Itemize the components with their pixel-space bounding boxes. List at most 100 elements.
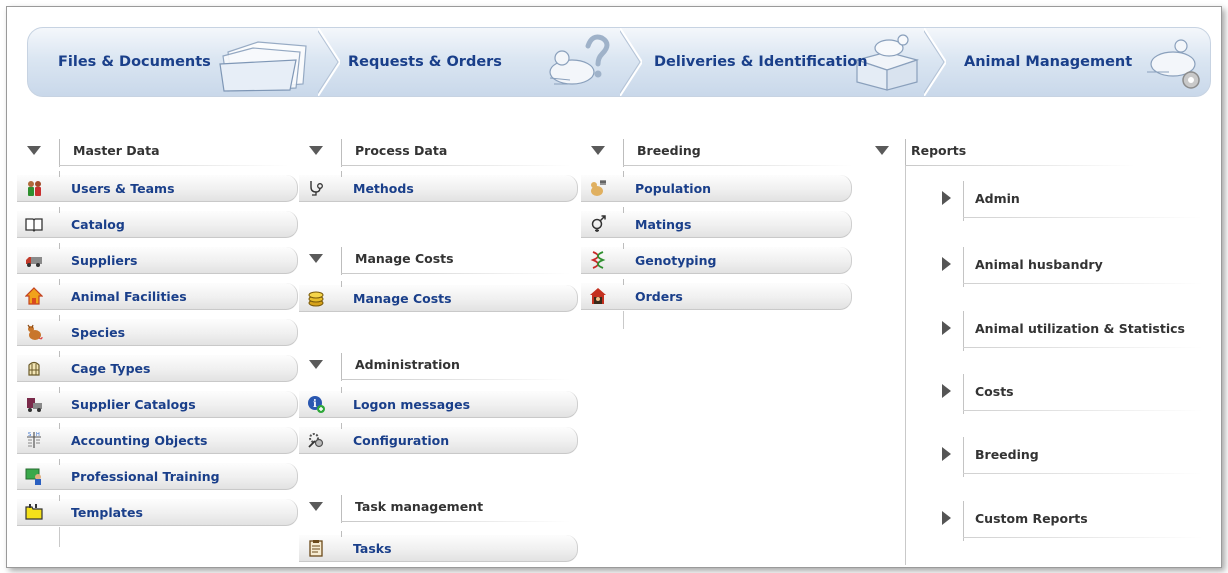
collapse-arrow-icon[interactable] — [309, 502, 323, 511]
manage-costs-header[interactable]: Manage Costs — [299, 243, 579, 275]
cage-icon — [28, 361, 40, 376]
orders-icon — [590, 288, 606, 304]
divider — [341, 379, 571, 380]
task-management-header[interactable]: Task management — [299, 491, 579, 523]
divider — [59, 527, 60, 547]
divider — [59, 495, 60, 501]
divider — [341, 273, 571, 274]
report-label: Animal utilization & Statistics — [975, 321, 1185, 336]
configuration-icon — [308, 433, 324, 448]
rodent-icon — [27, 324, 43, 340]
menu-item-tasks[interactable]: Tasks — [299, 531, 578, 562]
tab-files-documents[interactable]: Files & Documents — [28, 28, 318, 96]
menu-item-cage-types[interactable]: Cage Types — [17, 351, 298, 382]
menu-item-manage-costs[interactable]: Manage Costs — [299, 281, 578, 312]
menu-item-methods[interactable]: Methods — [299, 171, 578, 202]
menu-item-professional-training[interactable]: Professional Training — [17, 459, 298, 490]
menu-item-label: Manage Costs — [353, 291, 452, 306]
divider — [963, 347, 1203, 348]
breeding-section: Breeding Population Matings Genotyping O… — [581, 135, 861, 329]
divider — [963, 410, 1203, 411]
menu-item-matings[interactable]: Matings — [581, 207, 852, 238]
menu-item-label: Orders — [635, 289, 683, 304]
divider — [341, 165, 571, 166]
expand-arrow-icon[interactable] — [942, 191, 951, 205]
divider — [59, 207, 60, 213]
reports-header[interactable]: Reports — [863, 135, 1213, 167]
expand-arrow-icon[interactable] — [942, 321, 951, 335]
tab-files-documents-label: Files & Documents — [58, 54, 211, 70]
collapse-arrow-icon[interactable] — [591, 146, 605, 155]
report-admin[interactable]: Admin — [927, 181, 1207, 221]
collapse-arrow-icon[interactable] — [27, 146, 41, 155]
divider — [623, 279, 624, 285]
menu-item-templates[interactable]: Templates — [17, 495, 298, 526]
report-animal-utilization-statistics[interactable]: Animal utilization & Statistics — [927, 311, 1207, 351]
tab-requests-orders[interactable]: Requests & Orders — [340, 28, 620, 96]
menu-item-accounting-objects[interactable]: S H Accounting Objects — [17, 423, 298, 454]
menu-item-logon-messages[interactable]: i Logon messages — [299, 387, 578, 418]
expand-arrow-icon[interactable] — [942, 447, 951, 461]
clipboard-icon — [309, 540, 323, 557]
menu-item-users-teams[interactable]: Users & Teams — [17, 171, 298, 202]
collapse-arrow-icon[interactable] — [309, 254, 323, 263]
collapse-arrow-icon[interactable] — [309, 360, 323, 369]
report-animal-husbandry[interactable]: Animal husbandry — [927, 247, 1207, 287]
menu-item-genotyping[interactable]: Genotyping — [581, 243, 852, 274]
menu-item-label: Species — [71, 325, 126, 340]
divider — [963, 501, 964, 541]
divider — [963, 247, 964, 287]
collapse-arrow-icon[interactable] — [875, 146, 889, 155]
menu-item-label: Users & Teams — [71, 181, 175, 196]
divider — [59, 279, 60, 285]
menu-item-animal-facilities[interactable]: Animal Facilities — [17, 279, 298, 310]
menu-item-suppliers[interactable]: Suppliers — [17, 243, 298, 274]
divider — [905, 139, 906, 167]
divider — [341, 353, 342, 381]
menu-item-configuration[interactable]: Configuration — [299, 423, 578, 454]
report-custom-reports[interactable]: Custom Reports — [927, 501, 1207, 541]
mouse-question-icon — [549, 34, 610, 85]
breeding-header[interactable]: Breeding — [581, 135, 861, 167]
expand-arrow-icon[interactable] — [942, 384, 951, 398]
divider — [59, 351, 60, 357]
divider — [905, 165, 1135, 166]
tab-requests-orders-label: Requests & Orders — [348, 54, 502, 70]
divider — [59, 243, 60, 249]
tab-deliveries-identification[interactable]: Deliveries & Identification — [642, 28, 924, 96]
administration-header[interactable]: Administration — [299, 349, 579, 381]
master-data-header[interactable]: Master Data — [17, 135, 297, 167]
report-costs[interactable]: Costs — [927, 374, 1207, 414]
menu-item-label: Supplier Catalogs — [71, 397, 196, 412]
report-label: Costs — [975, 384, 1014, 399]
collapse-arrow-icon[interactable] — [309, 146, 323, 155]
divider — [341, 521, 571, 522]
divider — [59, 139, 60, 167]
menu-item-label: Logon messages — [353, 397, 471, 412]
nav-separator — [924, 28, 946, 96]
report-breeding[interactable]: Breeding — [927, 437, 1207, 477]
stethoscope-icon — [310, 181, 323, 196]
expand-arrow-icon[interactable] — [942, 511, 951, 525]
section-title: Breeding — [637, 143, 701, 158]
nav-separator — [318, 28, 340, 96]
divider — [623, 171, 624, 177]
menu-item-supplier-catalogs[interactable]: Supplier Catalogs — [17, 387, 298, 418]
menu-item-population[interactable]: Population — [581, 171, 852, 202]
divider — [963, 537, 1203, 538]
report-label: Breeding — [975, 447, 1039, 462]
divider — [963, 374, 964, 414]
menu-item-orders[interactable]: Orders — [581, 279, 852, 310]
menu-item-label: Catalog — [71, 217, 125, 232]
menu-item-catalog[interactable]: Catalog — [17, 207, 298, 238]
expand-arrow-icon[interactable] — [942, 257, 951, 271]
divider — [341, 387, 342, 393]
divider — [963, 437, 964, 477]
menu-item-species[interactable]: Species — [17, 315, 298, 346]
divider — [59, 387, 60, 393]
master-data-section: Master Data Users & Teams Catalog Suppli… — [17, 135, 298, 547]
divider — [963, 283, 1203, 284]
process-data-header[interactable]: Process Data — [299, 135, 579, 167]
tab-animal-management[interactable]: Animal Management — [946, 28, 1210, 96]
divider — [59, 423, 60, 429]
